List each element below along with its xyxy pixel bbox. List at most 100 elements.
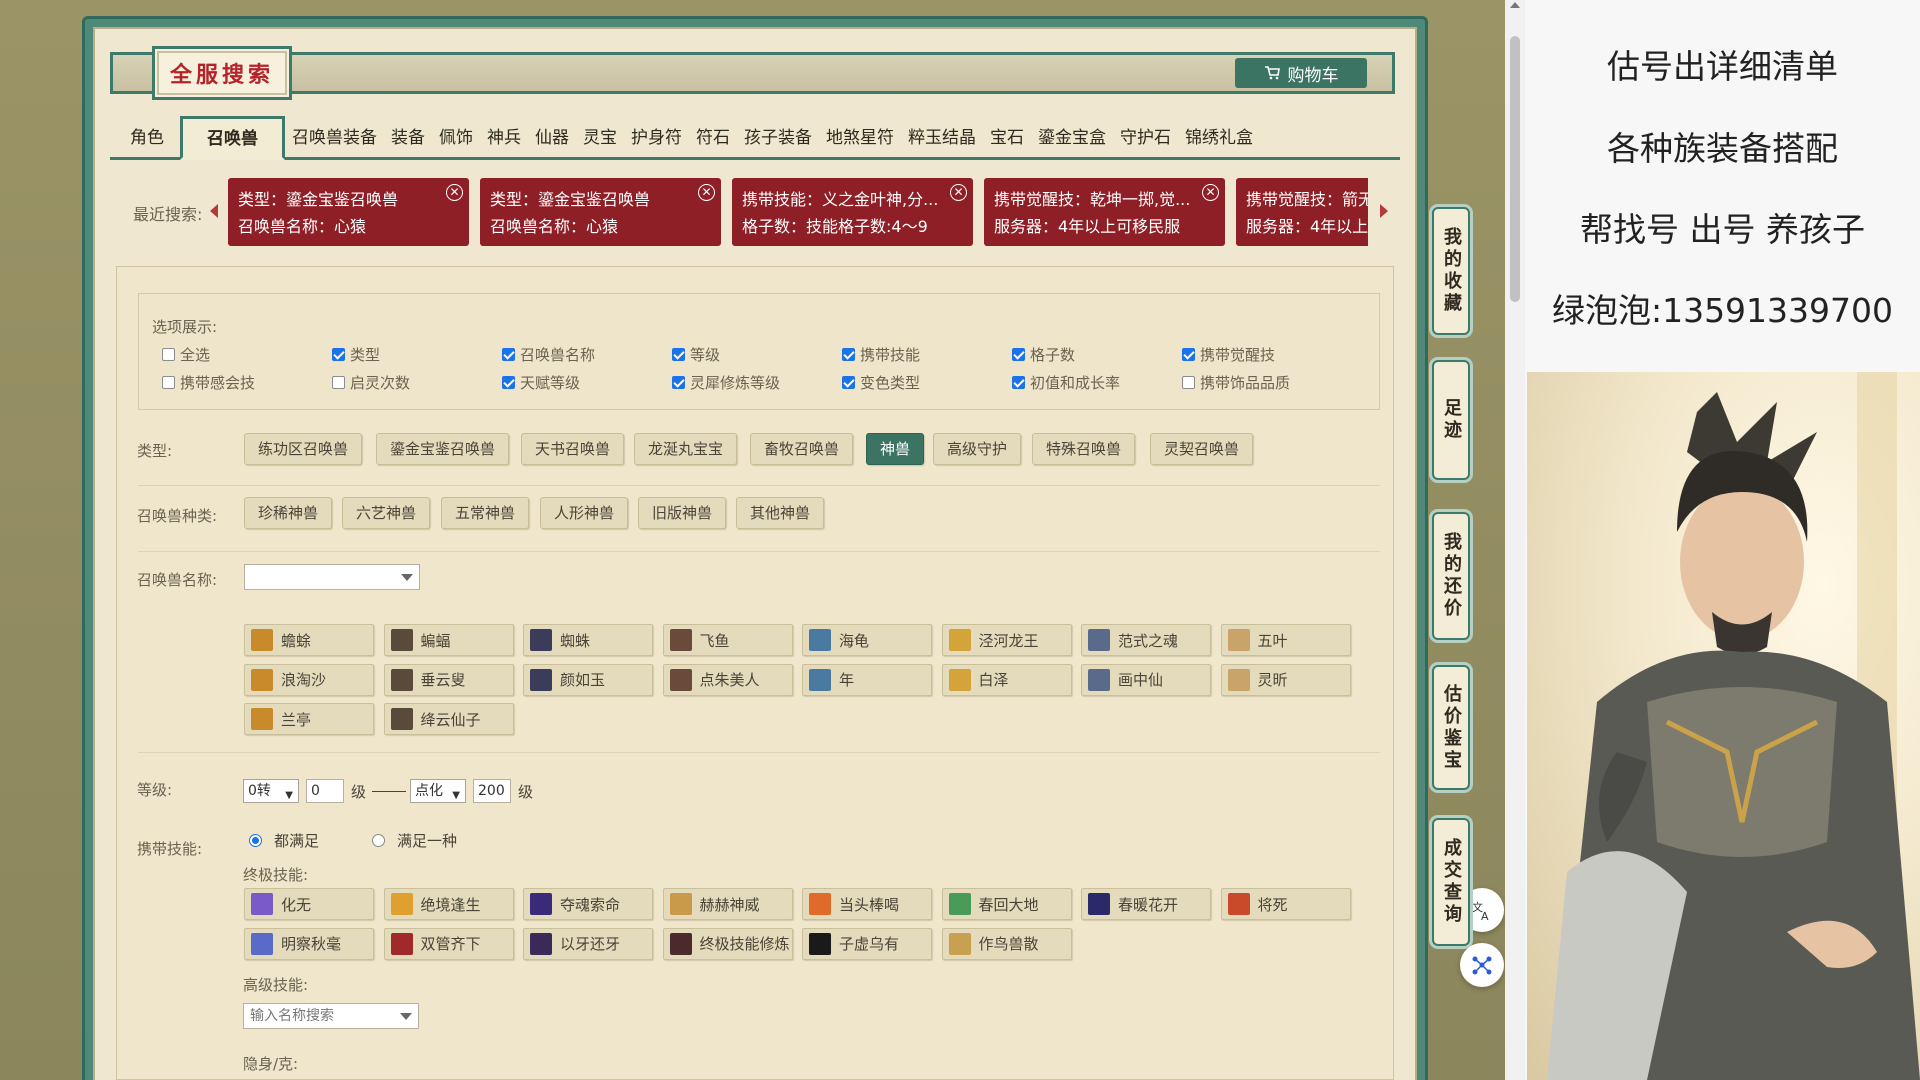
ultimate-skill-button[interactable]: 赫赫神威 xyxy=(662,888,793,920)
pet-name-button[interactable]: 白泽 xyxy=(941,663,1072,696)
recent-prev-arrow-icon[interactable] xyxy=(210,204,218,218)
network-button[interactable] xyxy=(1460,943,1504,987)
species-option-button[interactable]: 人形神兽 xyxy=(540,497,629,529)
ultimate-skill-button[interactable]: 将死 xyxy=(1220,888,1351,920)
tab-8[interactable]: 护身符 xyxy=(624,119,689,157)
pet-name-button[interactable]: 飞鱼 xyxy=(662,624,793,656)
type-option-button[interactable]: 神兽 xyxy=(866,433,925,465)
option-checkbox[interactable]: 全选 xyxy=(162,344,210,365)
ultimate-skill-button[interactable]: 以牙还牙 xyxy=(523,927,653,960)
option-checkbox[interactable]: 灵犀修炼等级 xyxy=(672,372,780,393)
close-icon[interactable]: ✕ xyxy=(698,184,715,201)
tab-2[interactable]: 召唤兽装备 xyxy=(285,119,384,157)
scroll-thumb[interactable] xyxy=(1510,36,1520,302)
pet-name-button[interactable]: 灵昕 xyxy=(1220,663,1351,696)
ultimate-skill-button[interactable]: 终极技能修炼 xyxy=(662,927,793,960)
pet-name-button[interactable]: 蜘蛛 xyxy=(523,624,653,656)
level-to-select[interactable]: 点化 ▼ xyxy=(410,779,466,803)
ultimate-skill-button[interactable]: 子虚乌有 xyxy=(802,927,932,960)
type-option-button[interactable]: 鎏金宝鉴召唤兽 xyxy=(376,433,510,465)
pet-name-button[interactable]: 范式之魂 xyxy=(1081,624,1211,656)
recent-search-card[interactable]: 类型：鎏金宝鉴召唤兽 召唤兽名称：心猿 ✕ xyxy=(480,178,721,246)
tab-12[interactable]: 粹玉结晶 xyxy=(901,119,983,157)
option-checkbox[interactable]: 携带觉醒技 xyxy=(1182,344,1275,365)
ultimate-skill-button[interactable]: 双管齐下 xyxy=(383,927,514,960)
option-checkbox[interactable]: 启灵次数 xyxy=(332,372,410,393)
radio-match-all[interactable]: 都满足 xyxy=(249,830,319,851)
pet-name-select[interactable] xyxy=(244,564,420,590)
ultimate-skill-button[interactable]: 春暖花开 xyxy=(1081,888,1211,920)
option-checkbox[interactable]: 携带感会技 xyxy=(162,372,255,393)
tab-3[interactable]: 装备 xyxy=(384,119,432,157)
pet-name-button[interactable]: 垂云叟 xyxy=(383,663,514,696)
ultimate-skill-button[interactable]: 作鸟兽散 xyxy=(941,927,1072,960)
recent-search-card[interactable]: 类型：鎏金宝鉴召唤兽 召唤兽名称：心猿 ✕ xyxy=(228,178,469,246)
radio-match-any[interactable]: 满足一种 xyxy=(372,830,457,851)
option-checkbox[interactable]: 召唤兽名称 xyxy=(502,344,595,365)
ultimate-skill-button[interactable]: 春回大地 xyxy=(941,888,1072,920)
pet-name-button[interactable]: 年 xyxy=(802,663,932,696)
recent-search-card[interactable]: 携带觉醒技：箭无 服务器：4年以上 xyxy=(1236,178,1368,246)
recent-search-card[interactable]: 携带技能：义之金叶神,分... 格子数：技能格子数:4～9 ✕ xyxy=(732,178,973,246)
tab-10[interactable]: 孩子装备 xyxy=(737,119,819,157)
ultimate-skill-button[interactable]: 夺魂索命 xyxy=(523,888,653,920)
option-checkbox[interactable]: 天赋等级 xyxy=(502,372,580,393)
option-checkbox[interactable]: 等级 xyxy=(672,344,720,365)
nav-footprints[interactable]: 足迹 xyxy=(1432,360,1470,480)
ultimate-skill-button[interactable]: 化无 xyxy=(244,888,374,920)
pet-name-button[interactable]: 颜如玉 xyxy=(523,663,653,696)
type-option-button[interactable]: 畜牧召唤兽 xyxy=(750,433,854,465)
pet-name-button[interactable]: 五叶 xyxy=(1220,624,1351,656)
recent-next-arrow-icon[interactable] xyxy=(1380,204,1388,218)
pet-name-button[interactable]: 绛云仙子 xyxy=(383,703,514,735)
tab-0[interactable]: 角色 xyxy=(110,119,180,157)
species-option-button[interactable]: 旧版神兽 xyxy=(638,497,727,529)
close-icon[interactable]: ✕ xyxy=(1202,184,1219,201)
tab-6[interactable]: 仙器 xyxy=(528,119,576,157)
pet-name-button[interactable]: 蟾蜍 xyxy=(244,624,374,656)
tab-5[interactable]: 神兵 xyxy=(480,119,528,157)
tab-4[interactable]: 佩饰 xyxy=(432,119,480,157)
option-checkbox[interactable]: 携带饰品品质 xyxy=(1182,372,1290,393)
pet-name-button[interactable]: 泾河龙王 xyxy=(941,624,1072,656)
tab-7[interactable]: 灵宝 xyxy=(576,119,624,157)
pet-name-button[interactable]: 浪淘沙 xyxy=(244,663,374,696)
option-checkbox[interactable]: 初值和成长率 xyxy=(1012,372,1120,393)
nav-appraisal[interactable]: 估价鉴宝 xyxy=(1432,665,1470,790)
species-option-button[interactable]: 其他神兽 xyxy=(736,497,825,529)
pet-name-button[interactable]: 画中仙 xyxy=(1081,663,1211,696)
page-scrollbar[interactable] xyxy=(1505,0,1525,1080)
species-option-button[interactable]: 五常神兽 xyxy=(441,497,530,529)
pet-name-button[interactable]: 点朱美人 xyxy=(662,663,793,696)
tab-16[interactable]: 锦绣礼盒 xyxy=(1178,119,1260,157)
close-icon[interactable]: ✕ xyxy=(446,184,463,201)
option-checkbox[interactable]: 类型 xyxy=(332,344,380,365)
ultimate-skill-button[interactable]: 绝境逢生 xyxy=(383,888,514,920)
tab-9[interactable]: 符石 xyxy=(689,119,737,157)
species-option-button[interactable]: 珍稀神兽 xyxy=(244,497,333,529)
nav-my-offers[interactable]: 我的还价 xyxy=(1432,512,1470,640)
tab-15[interactable]: 守护石 xyxy=(1113,119,1178,157)
ultimate-skill-button[interactable]: 明察秋毫 xyxy=(244,927,374,960)
close-icon[interactable]: ✕ xyxy=(950,184,967,201)
option-checkbox[interactable]: 格子数 xyxy=(1012,344,1075,365)
level-from-select[interactable]: 0转 ▼ xyxy=(243,779,299,803)
ultimate-skill-button[interactable]: 当头棒喝 xyxy=(802,888,932,920)
pet-name-button[interactable]: 兰亭 xyxy=(244,703,374,735)
type-option-button[interactable]: 灵契召唤兽 xyxy=(1150,433,1254,465)
nav-deal-lookup[interactable]: 成交查询 xyxy=(1432,818,1470,946)
tab-14[interactable]: 鎏金宝盒 xyxy=(1031,119,1113,157)
level-from-input[interactable]: 0 xyxy=(306,779,344,803)
type-option-button[interactable]: 高级守护 xyxy=(933,433,1022,465)
level-to-input[interactable]: 200 xyxy=(473,779,511,803)
type-option-button[interactable]: 龙涎丸宝宝 xyxy=(634,433,738,465)
pet-name-button[interactable]: 海龟 xyxy=(802,624,932,656)
species-option-button[interactable]: 六艺神兽 xyxy=(342,497,431,529)
recent-search-card[interactable]: 携带觉醒技：乾坤一掷,觉... 服务器：4年以上可移民服 ✕ xyxy=(984,178,1225,246)
pet-name-button[interactable]: 蝙蝠 xyxy=(383,624,514,656)
option-checkbox[interactable]: 变色类型 xyxy=(842,372,920,393)
type-option-button[interactable]: 练功区召唤兽 xyxy=(244,433,363,465)
option-checkbox[interactable]: 携带技能 xyxy=(842,344,920,365)
tab-1[interactable]: 召唤兽 xyxy=(180,116,285,160)
type-option-button[interactable]: 特殊召唤兽 xyxy=(1032,433,1136,465)
